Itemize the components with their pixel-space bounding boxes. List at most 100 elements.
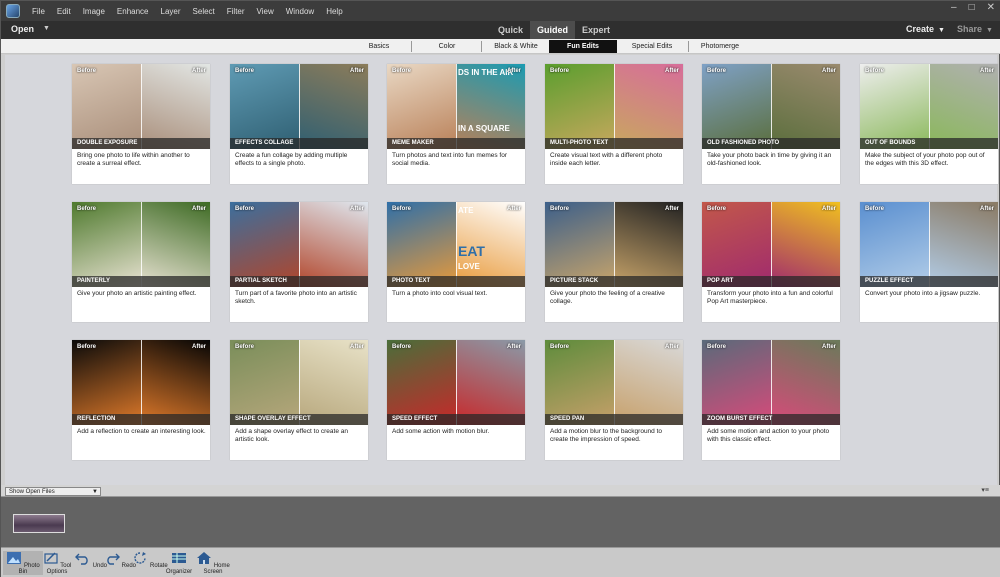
- edit-preview-thumbnail[interactable]: Before After ZOOM BURST EFFECT: [702, 340, 840, 425]
- edit-preview-thumbnail[interactable]: Before After PUZZLE EFFECT: [860, 202, 998, 287]
- guided-edit-card[interactable]: Before After DOUBLE EXPOSURE Bring one phot…: [72, 64, 210, 184]
- guided-edit-card[interactable]: Before After REFLECTION Add a reflection to…: [72, 340, 210, 460]
- menu-layer[interactable]: Layer: [155, 7, 187, 16]
- task-bar: Photo Bin Tool Options Undo Redo Rotate …: [1, 547, 1000, 577]
- edit-title: SPEED EFFECT: [387, 414, 525, 425]
- share-button[interactable]: Share ▼: [957, 24, 993, 34]
- subtab-color[interactable]: Color: [426, 40, 468, 53]
- before-label: Before: [707, 206, 727, 212]
- menu-select[interactable]: Select: [187, 7, 221, 16]
- menu-filter[interactable]: Filter: [221, 7, 251, 16]
- guided-edit-card[interactable]: Before After MULTI-PHOTO TEXT Create visual…: [545, 64, 683, 184]
- before-after-divider: [771, 64, 772, 149]
- guided-edit-card[interactable]: Before After ZOOM BURST EFFECT Add some mot…: [702, 340, 840, 460]
- edit-description: Turn part of a favorite photo into an ar…: [235, 290, 357, 305]
- before-after-divider: [771, 202, 772, 287]
- guided-edit-card[interactable]: Before After SPEED PAN Add a motion blur to…: [545, 340, 683, 460]
- menu-image[interactable]: Image: [77, 7, 111, 16]
- edit-title: OUT OF BOUNDS: [860, 138, 998, 149]
- edit-preview-thumbnail[interactable]: Before After SPEED EFFECT: [387, 340, 525, 425]
- before-label: Before: [235, 206, 255, 212]
- before-after-divider: [614, 64, 615, 149]
- edit-title: EFFECTS COLLAGE: [230, 138, 368, 149]
- edit-preview-thumbnail[interactable]: Before After EFFECTS COLLAGE: [230, 64, 368, 149]
- panel-menu-icon[interactable]: ▾≡: [981, 486, 989, 494]
- edit-preview-thumbnail[interactable]: DS IN THE AIR IN A SQUARE Before After MEME …: [387, 64, 525, 149]
- edit-preview-thumbnail[interactable]: Before After MULTI-PHOTO TEXT: [545, 64, 683, 149]
- edit-title: MEME MAKER: [387, 138, 525, 149]
- guided-edit-card[interactable]: Before After PAINTERLY Give your photo an a…: [72, 202, 210, 322]
- before-after-divider: [299, 202, 300, 287]
- photo-bin-panel: Show Open Files ▼ ▾≡ Photo Bin Tool Optio…: [1, 485, 1000, 577]
- redo-icon: [107, 553, 120, 565]
- menu-window[interactable]: Window: [280, 7, 320, 16]
- show-open-files-select[interactable]: Show Open Files ▼: [5, 487, 101, 496]
- edit-preview-thumbnail[interactable]: Before After OLD FASHIONED PHOTO: [702, 64, 840, 149]
- close-icon[interactable]: ✕: [987, 2, 995, 13]
- guided-edit-card[interactable]: DS IN THE AIR IN A SQUARE Before After MEME …: [387, 64, 525, 184]
- tab-expert[interactable]: Expert: [575, 21, 617, 39]
- minimize-icon[interactable]: –: [951, 2, 957, 13]
- subtab-photomerge[interactable]: Photomerge: [693, 40, 747, 53]
- menu-enhance[interactable]: Enhance: [111, 7, 155, 16]
- before-after-divider: [456, 202, 457, 287]
- edit-description: Convert your photo into a jigsaw puzzle.: [865, 290, 981, 297]
- menu-help[interactable]: Help: [320, 7, 348, 16]
- edit-preview-thumbnail[interactable]: Before After OUT OF BOUNDS: [860, 64, 998, 149]
- sample-text-overlay: LOVE: [458, 262, 480, 271]
- guided-edit-card[interactable]: Before After PICTURE STACK Give your photo …: [545, 202, 683, 322]
- tab-guided[interactable]: Guided: [530, 21, 576, 39]
- edit-title: OLD FASHIONED PHOTO: [702, 138, 840, 149]
- before-after-divider: [456, 340, 457, 425]
- edit-preview-thumbnail[interactable]: Before After SPEED PAN: [545, 340, 683, 425]
- subtab-fun-edits[interactable]: Fun Edits: [549, 40, 617, 53]
- guided-edit-card[interactable]: Before After POP ART Transform your photo i…: [702, 202, 840, 322]
- tab-quick[interactable]: Quick: [491, 21, 530, 39]
- edit-preview-thumbnail[interactable]: ATE LOVE EAT Before After PHOTO TEXT: [387, 202, 525, 287]
- subtab-black-white[interactable]: Black & White: [485, 40, 547, 53]
- subtab-basics[interactable]: Basics: [356, 40, 402, 53]
- edit-title: REFLECTION: [72, 414, 210, 425]
- maximize-icon[interactable]: □: [969, 2, 975, 13]
- guided-edit-card[interactable]: Before After EFFECTS COLLAGE Create a fun c…: [230, 64, 368, 184]
- edit-preview-thumbnail[interactable]: Before After DOUBLE EXPOSURE: [72, 64, 210, 149]
- after-label: After: [506, 68, 521, 74]
- before-after-divider: [456, 64, 457, 149]
- home-screen-button[interactable]: Home Screen: [193, 551, 233, 575]
- guided-edit-card[interactable]: Before After SHAPE OVERLAY EFFECT Add a sha…: [230, 340, 368, 460]
- chevron-down-icon[interactable]: ▼: [43, 25, 50, 32]
- open-button[interactable]: Open: [11, 24, 34, 34]
- guided-edits-grid: Before After DOUBLE EXPOSURE Bring one phot…: [5, 55, 998, 485]
- edit-preview-thumbnail[interactable]: Before After POP ART: [702, 202, 840, 287]
- guided-edit-card[interactable]: Before After PARTIAL SKETCH Turn part of a …: [230, 202, 368, 322]
- before-image: [387, 340, 456, 425]
- menu-file[interactable]: File: [26, 7, 51, 16]
- before-after-divider: [141, 202, 142, 287]
- menu-view[interactable]: View: [251, 7, 280, 16]
- edit-preview-thumbnail[interactable]: Before After PICTURE STACK: [545, 202, 683, 287]
- edit-description: Create visual text with a different phot…: [550, 152, 663, 167]
- guided-edit-card[interactable]: Before After SPEED EFFECT Add some action w…: [387, 340, 525, 460]
- create-button[interactable]: Create ▼: [906, 24, 945, 34]
- guided-edit-card[interactable]: ATE LOVE EAT Before After PHOTO TEXT Turn a ph…: [387, 202, 525, 322]
- edit-preview-thumbnail[interactable]: Before After PARTIAL SKETCH: [230, 202, 368, 287]
- before-image: [702, 64, 771, 149]
- edit-description: Add some action with motion blur.: [392, 428, 490, 435]
- edit-title: PICTURE STACK: [545, 276, 683, 287]
- menu-edit[interactable]: Edit: [51, 7, 77, 16]
- before-label: Before: [392, 344, 412, 350]
- guided-edit-card[interactable]: Before After OLD FASHIONED PHOTO Take your …: [702, 64, 840, 184]
- edit-preview-thumbnail[interactable]: Before After SHAPE OVERLAY EFFECT: [230, 340, 368, 425]
- rotate-icon: [134, 552, 147, 564]
- window-controls: – □ ✕: [951, 2, 995, 13]
- edit-preview-thumbnail[interactable]: Before After REFLECTION: [72, 340, 210, 425]
- open-file-thumbnail[interactable]: [13, 514, 65, 533]
- before-image: [860, 202, 929, 287]
- guided-edit-card[interactable]: Before After OUT OF BOUNDS Make the subject…: [860, 64, 998, 184]
- before-image: [702, 202, 771, 287]
- subtab-special-edits[interactable]: Special Edits: [619, 40, 685, 53]
- edit-preview-thumbnail[interactable]: Before After PAINTERLY: [72, 202, 210, 287]
- photo-bin-icon: [7, 552, 22, 564]
- guided-edit-card[interactable]: Before After PUZZLE EFFECT Convert your pho…: [860, 202, 998, 322]
- tool-options-icon: [44, 552, 58, 564]
